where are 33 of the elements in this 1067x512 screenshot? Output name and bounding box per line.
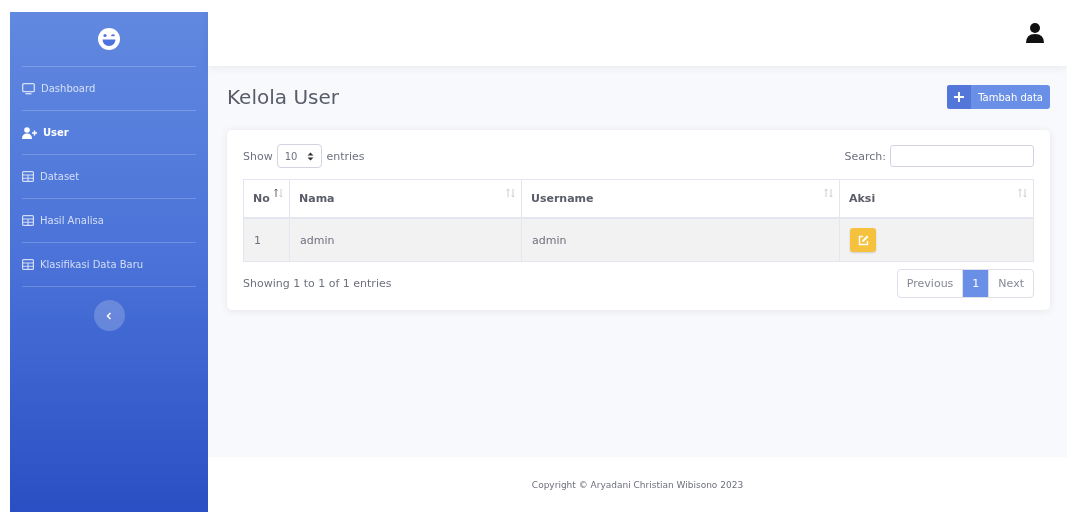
nav-item[interactable]: Dataset [22,155,196,198]
nav-item[interactable]: Hasil Analisa [22,199,196,242]
page-size-select[interactable]: 10 [276,144,323,168]
pagination-button[interactable]: Next [988,270,1033,297]
nav-item[interactable]: Klasifikasi Data Baru [22,243,196,286]
sidebar-toggle-button[interactable] [93,300,125,331]
entries-label: entries [326,149,365,163]
plus-icon [954,92,965,102]
pagination-button[interactable]: 1 [962,270,989,297]
table-cell: admin [289,218,522,262]
table-icon [22,215,34,226]
copyright-text: Copyright © Aryadani Christian Wibisono 2023 [531,479,744,490]
table-info: Showing 1 to 1 of 1 entries [243,277,392,290]
monitor-icon [22,82,35,95]
user-icon[interactable] [1026,23,1044,43]
table-cell: 1 [243,218,290,262]
table-cell: admin [521,218,840,262]
search-field[interactable] [890,145,1034,167]
edit-button[interactable] [850,228,876,252]
user-plus-icon [22,126,37,139]
nav-item[interactable]: Dashboard [22,67,196,110]
chevron-left-icon [106,311,112,320]
edit-icon [857,234,869,246]
pagination-button[interactable]: Previous [897,270,963,297]
nav-item[interactable]: User [22,111,196,154]
page-title: Kelola User [227,85,339,109]
table-icon [22,259,34,270]
table-icon [22,171,34,182]
search-label: Search: [844,149,886,163]
add-data-button[interactable]: Tambah data [947,85,1050,109]
show-label: Show [243,149,273,163]
smiley-logo-icon[interactable] [97,27,121,51]
sort-caret-icon [307,151,315,161]
